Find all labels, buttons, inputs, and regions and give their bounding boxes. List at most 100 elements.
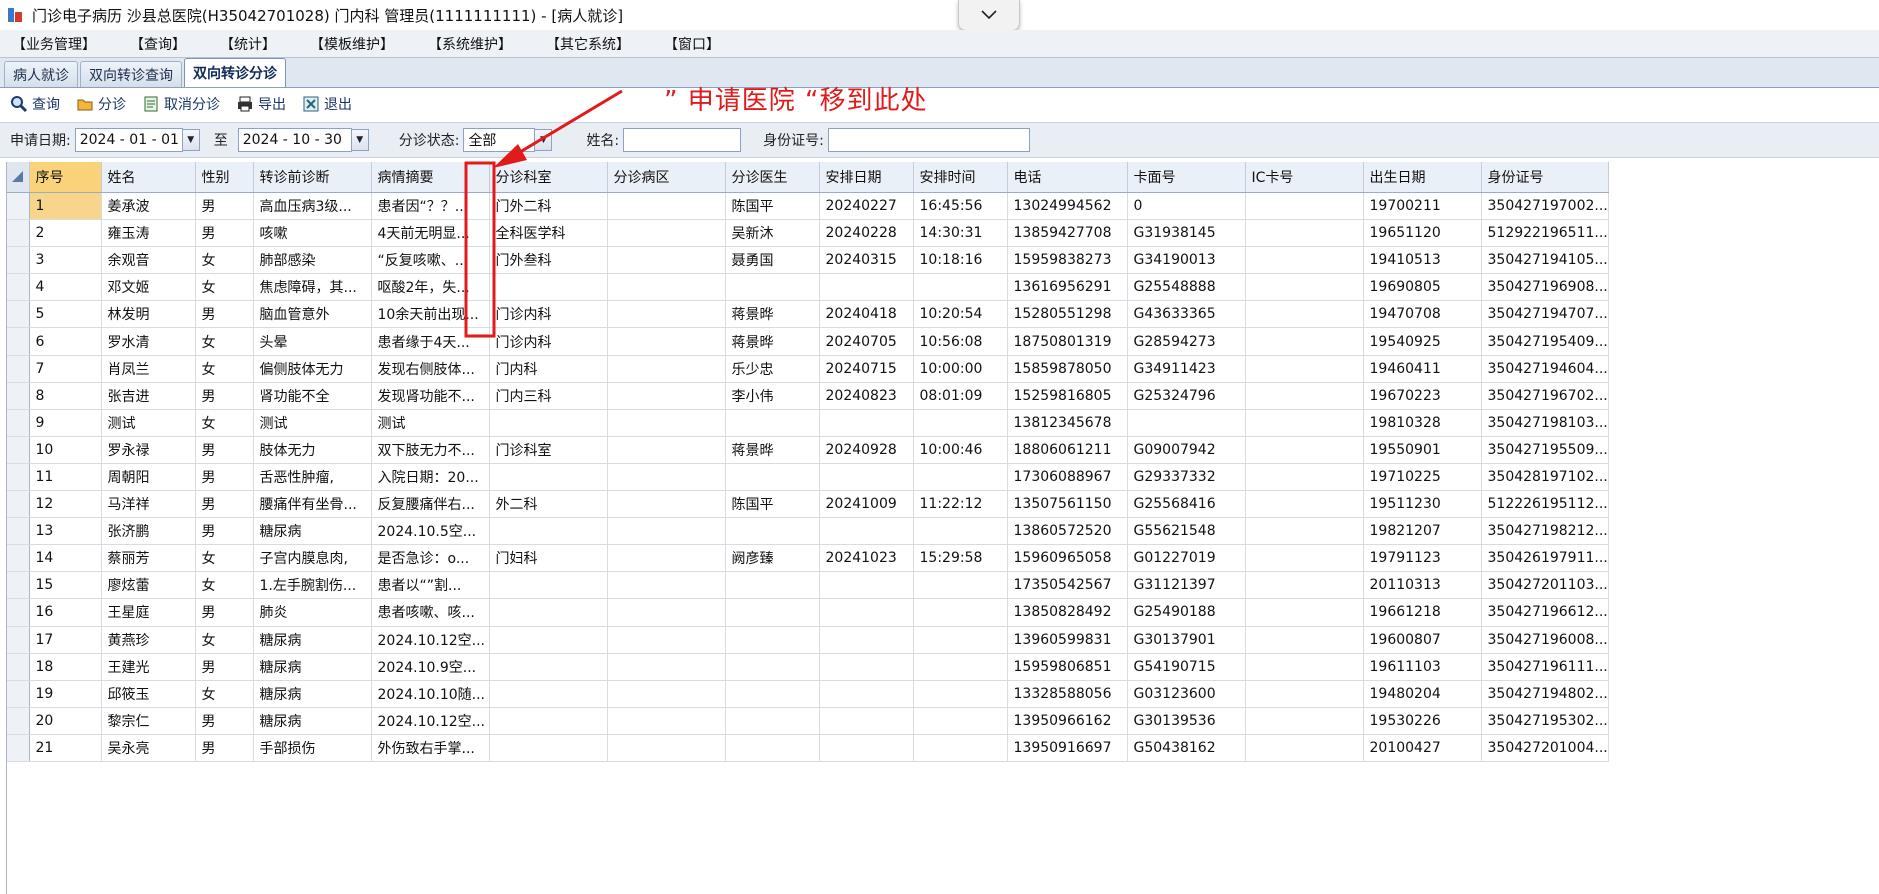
table-cell[interactable] [607,273,726,302]
table-cell[interactable]: 10:00:00 [913,355,1008,383]
table-cell[interactable]: 张济鹏 [101,517,196,546]
column-header-2[interactable]: 性别 [195,162,254,193]
table-cell[interactable]: 男 [195,192,254,221]
table-cell[interactable]: 11:22:12 [913,490,1008,519]
table-cell[interactable]: G25324796 [1127,382,1246,410]
table-cell[interactable]: 10 [29,436,102,464]
table-cell[interactable] [489,734,608,762]
table-cell[interactable]: 16:45:56 [913,192,1008,221]
table-cell[interactable]: 13960599831 [1007,626,1128,654]
exit-button[interactable]: 退出 [302,94,352,114]
table-cell[interactable]: 13950966162 [1007,707,1128,735]
table-cell[interactable]: 1 [29,192,102,221]
triage-button[interactable]: 分诊 [76,94,126,114]
table-cell[interactable]: 19 [29,680,102,708]
table-cell[interactable]: 双下肢无力不... [371,436,490,464]
table-cell[interactable]: 2024.10.5空... [371,517,490,546]
table-cell[interactable] [607,436,726,464]
table-cell[interactable] [607,327,726,356]
table-cell[interactable] [1245,246,1364,275]
column-header-12[interactable]: IC卡号 [1245,162,1364,193]
table-cell[interactable] [607,300,726,329]
table-cell[interactable]: 糖尿病 [253,653,372,681]
id-input[interactable] [827,128,1030,152]
table-cell[interactable] [607,409,726,437]
table-cell[interactable]: 测试 [253,409,372,437]
column-header-14[interactable]: 身份证号 [1481,162,1609,193]
table-cell[interactable] [1245,653,1364,681]
table-cell[interactable] [607,382,726,410]
table-cell[interactable]: 男 [195,436,254,464]
table-cell[interactable]: 蒋景晔 [725,436,820,464]
table-cell[interactable] [725,409,820,437]
table-cell[interactable]: 测试 [371,409,490,437]
table-cell[interactable]: 聂勇国 [725,246,820,275]
table-cell[interactable] [1245,273,1364,302]
table-cell[interactable] [819,653,914,681]
column-header-9[interactable]: 安排时间 [913,162,1008,193]
table-cell[interactable] [725,273,820,302]
table-cell[interactable] [725,707,820,735]
table-cell[interactable]: 门妇科 [489,544,608,573]
table-cell[interactable]: G30139536 [1127,707,1246,735]
table-cell[interactable]: G30137901 [1127,626,1246,654]
menu-item-6[interactable]: 【窗口】 [664,34,720,54]
table-cell[interactable]: 19791123 [1363,544,1482,573]
query-button[interactable]: 查询 [10,94,60,114]
menu-item-1[interactable]: 【查询】 [130,34,186,54]
table-cell[interactable] [607,707,726,735]
table-cell[interactable]: 21 [29,734,102,762]
export-button[interactable]: 导出 [236,94,286,114]
table-cell[interactable]: 罗水清 [101,327,196,356]
column-header-3[interactable]: 转诊前诊断 [253,162,372,193]
table-cell[interactable] [607,598,726,627]
table-cell[interactable]: 肖凤兰 [101,355,196,383]
table-cell[interactable]: 14:30:31 [913,219,1008,248]
table-cell[interactable]: 20240705 [819,327,914,356]
menu-item-4[interactable]: 【系统维护】 [428,34,512,54]
table-cell[interactable]: 18 [29,653,102,681]
table-cell[interactable]: 350427196008... [1481,626,1609,654]
table-cell[interactable]: 350427196908... [1481,273,1609,302]
table-cell[interactable]: 男 [195,734,254,762]
table-cell[interactable]: 350427195302... [1481,707,1609,735]
table-cell[interactable]: 呕酸2年，失... [371,273,490,302]
table-cell[interactable]: 13859427708 [1007,219,1128,248]
table-cell[interactable] [1245,598,1364,627]
table-cell[interactable]: G25490188 [1127,598,1246,627]
table-cell[interactable]: 20240228 [819,219,914,248]
table-cell[interactable]: 350427194105... [1481,246,1609,275]
table-cell[interactable] [819,734,914,762]
table-cell[interactable]: 13616956291 [1007,273,1128,302]
table-cell[interactable]: 患者因“？？... [371,192,490,221]
table-cell[interactable] [607,219,726,248]
table-row[interactable]: 12 马洋祥男腰痛伴有坐骨... 反复腰痛伴右... 外二科 陈国平 20241009 11… [7,490,1609,519]
table-cell[interactable]: 350427196612... [1481,598,1609,627]
column-header-5[interactable]: 分诊科室 [489,162,608,193]
table-cell[interactable]: 李小伟 [725,382,820,410]
table-cell[interactable]: 512922196511... [1481,219,1609,248]
table-row[interactable]: 9 测试女测试 测试 13812345678 19810328 350427198103.… [7,409,1609,437]
table-cell[interactable] [607,734,726,762]
table-cell[interactable]: 20110313 [1363,571,1482,600]
table-cell[interactable] [489,653,608,681]
table-cell[interactable] [913,680,1008,708]
table-cell[interactable] [1245,626,1364,654]
table-cell[interactable]: 2 [29,219,102,248]
table-cell[interactable] [819,409,914,437]
table-cell[interactable]: 2024.10.9空... [371,653,490,681]
table-cell[interactable] [489,626,608,654]
table-cell[interactable]: 19530226 [1363,707,1482,735]
table-cell[interactable]: 外二科 [489,490,608,519]
table-cell[interactable]: 是否急诊：o... [371,544,490,573]
table-cell[interactable]: 19511230 [1363,490,1482,519]
table-cell[interactable]: 外伤致右手掌... [371,734,490,762]
table-row[interactable]: 10 罗永禄男肢体无力 双下肢无力不... 门诊科室 蒋景晔 20240928 10:00:… [7,436,1609,464]
table-cell[interactable]: 10:18:16 [913,246,1008,275]
table-cell[interactable] [1245,544,1364,573]
table-cell[interactable] [1245,707,1364,735]
menu-item-3[interactable]: 【模板维护】 [310,34,394,54]
row-header[interactable] [7,273,30,302]
table-cell[interactable]: 糖尿病 [253,707,372,735]
table-cell[interactable]: 19540925 [1363,327,1482,356]
